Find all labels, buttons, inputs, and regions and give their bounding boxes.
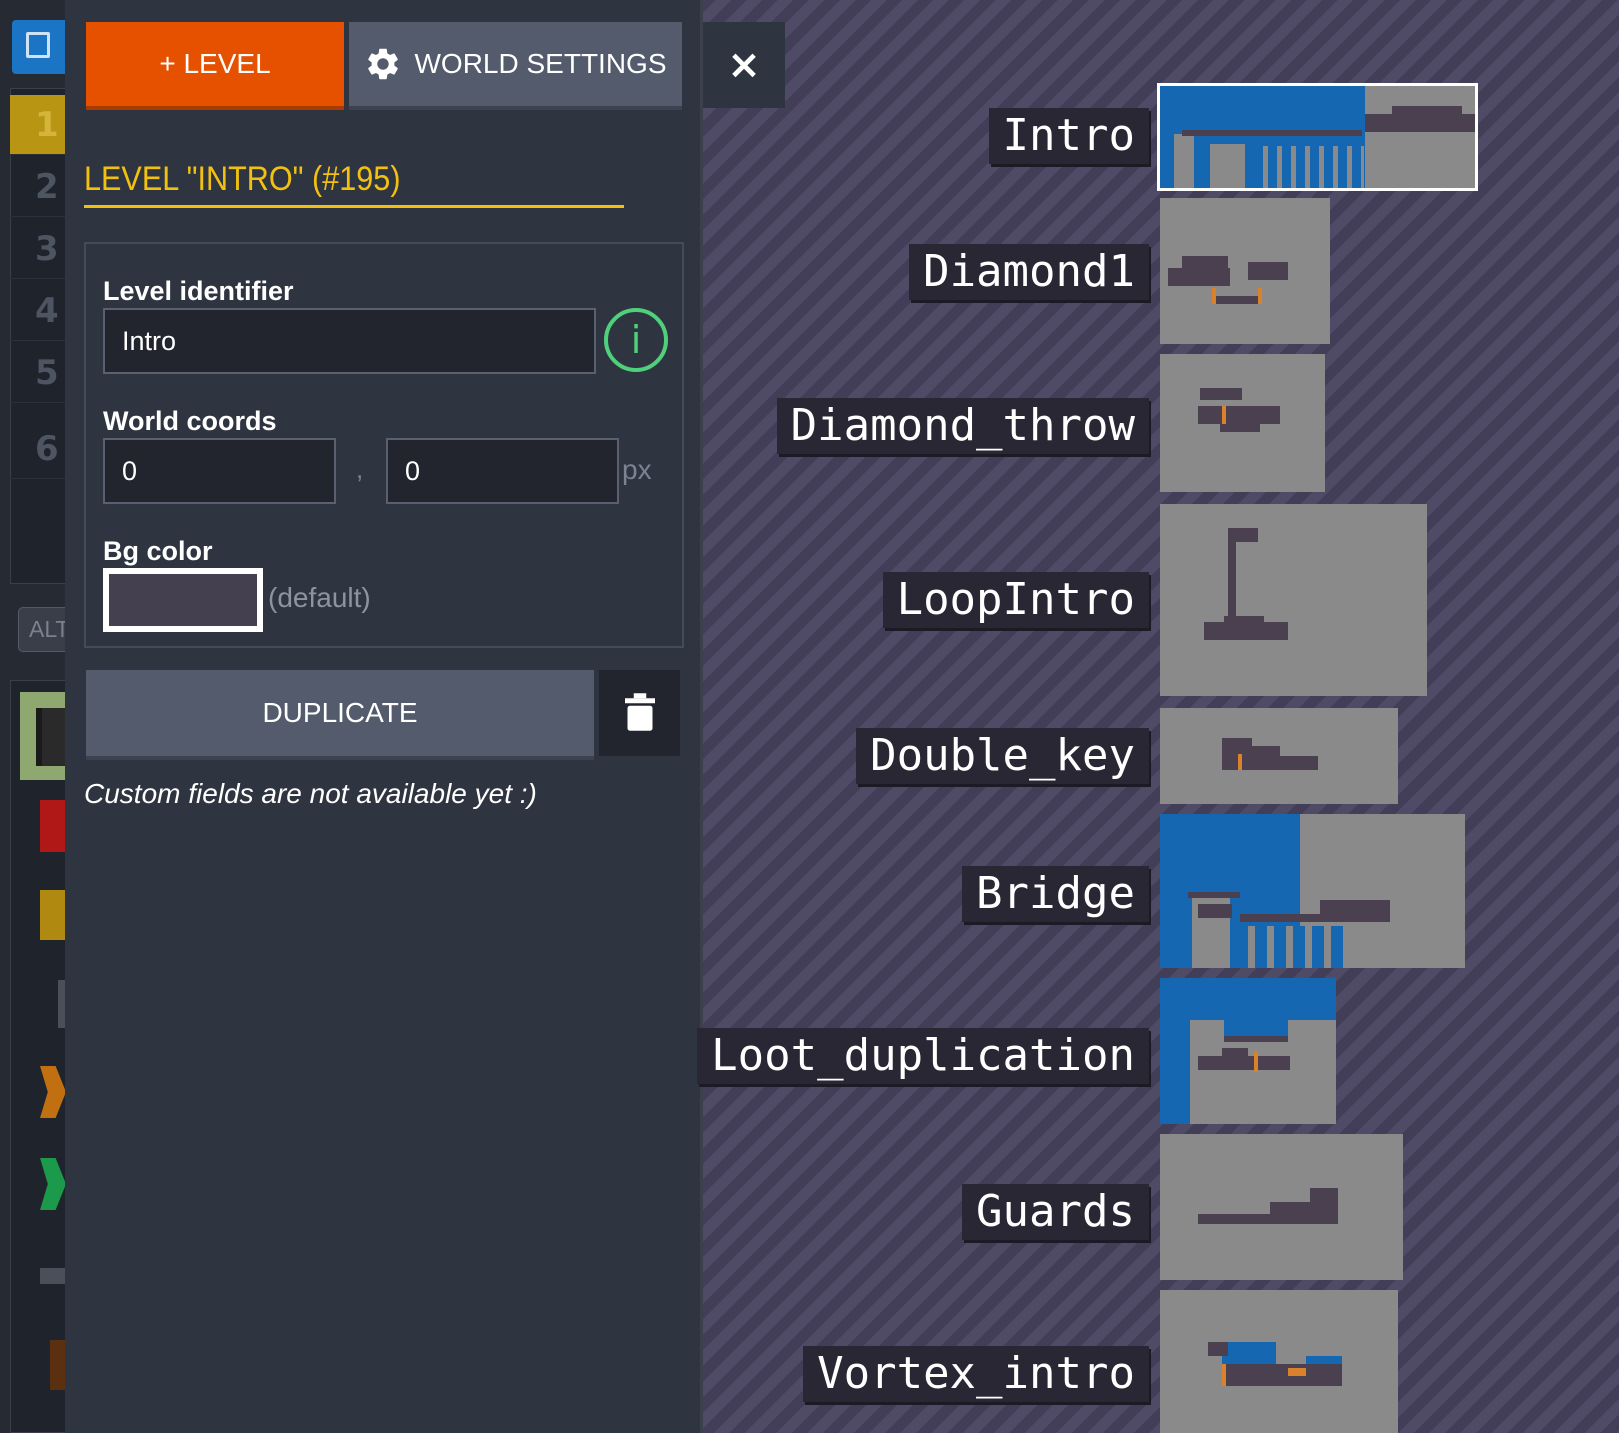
bg-color-picker[interactable] [103,568,263,632]
level-title: LEVEL "INTRO" (#195) [84,160,624,208]
project-icon[interactable] [12,20,65,74]
tile-swatch-slab[interactable] [40,1268,65,1284]
level-identifier-input[interactable] [103,308,596,374]
info-icon[interactable]: i [604,308,668,372]
alt-toggle[interactable]: ALT [18,607,65,652]
layer-item-4[interactable]: 4 [10,281,65,341]
duplicate-level-button[interactable]: DUPLICATE [86,670,594,756]
tile-swatch-dark [36,708,65,766]
tile-swatch-red[interactable] [40,800,65,852]
tile-swatch-yellow[interactable] [40,890,65,940]
layer-item-5[interactable]: 5 [10,343,65,403]
layer-item-1[interactable]: 1 [10,95,65,155]
level-thumbnail-vortex-intro[interactable] [1160,1290,1398,1433]
layer-item-3[interactable]: 3 [10,219,65,279]
world-settings-button[interactable]: WORLD SETTINGS [349,22,682,106]
world-coord-y-input[interactable] [386,438,619,504]
layer-item-2[interactable]: 2 [10,157,65,217]
level-form: Level identifier i World coords , px Bg … [84,242,684,648]
level-thumbnail-diamond-throw[interactable] [1160,354,1325,492]
level-thumbnail-diamond1[interactable] [1160,198,1330,344]
gear-icon [368,48,399,80]
level-label-intro[interactable]: Intro [988,108,1149,164]
coord-unit-label: px [622,454,652,485]
world-coords-label: World coords [103,406,277,436]
world-coord-x-input[interactable] [103,438,336,504]
duplicate-label: DUPLICATE [262,697,418,728]
level-label-loopintro[interactable]: LoopIntro [882,572,1149,628]
level-thumbnail-intro[interactable] [1157,83,1478,191]
close-icon: × [727,42,761,88]
layer-item-6[interactable]: 6 [10,419,65,479]
level-thumbnail-loopintro[interactable] [1160,504,1427,696]
add-level-button[interactable]: + LEVEL [86,22,344,106]
custom-fields-note: Custom fields are not available yet :) [84,778,537,809]
tool-palette [10,680,65,1433]
left-toolbar-strip: 1 2 3 4 5 6 ALT [0,0,65,1433]
coord-separator: , [356,454,364,484]
level-label-vortex-intro[interactable]: Vortex_intro [803,1346,1149,1402]
level-thumbnail-loot-duplication[interactable] [1160,978,1336,1124]
level-thumbnail-guards[interactable] [1160,1134,1403,1280]
level-label-guards[interactable]: Guards [962,1184,1149,1240]
bg-color-label: Bg color [103,536,213,566]
level-identifier-label: Level identifier [103,276,294,306]
level-label-diamond1[interactable]: Diamond1 [909,244,1149,300]
level-thumbnail-bridge[interactable] [1160,814,1465,968]
add-level-label: + LEVEL [159,48,271,79]
world-settings-label: WORLD SETTINGS [414,48,667,79]
tile-swatch-grey[interactable] [58,980,65,1028]
level-label-double-key[interactable]: Double_key [856,728,1149,784]
level-label-diamond-throw[interactable]: Diamond_throw [776,398,1149,454]
bg-color-default-note: (default) [268,582,371,613]
delete-level-button[interactable] [599,670,680,756]
close-panel-button[interactable]: × [703,22,785,108]
level-label-loot-duplication[interactable]: Loot_duplication [697,1028,1149,1084]
tile-swatch-brown[interactable] [50,1340,65,1390]
level-label-bridge[interactable]: Bridge [962,866,1149,922]
trash-icon [624,692,655,731]
level-thumbnail-double-key[interactable] [1160,708,1398,804]
